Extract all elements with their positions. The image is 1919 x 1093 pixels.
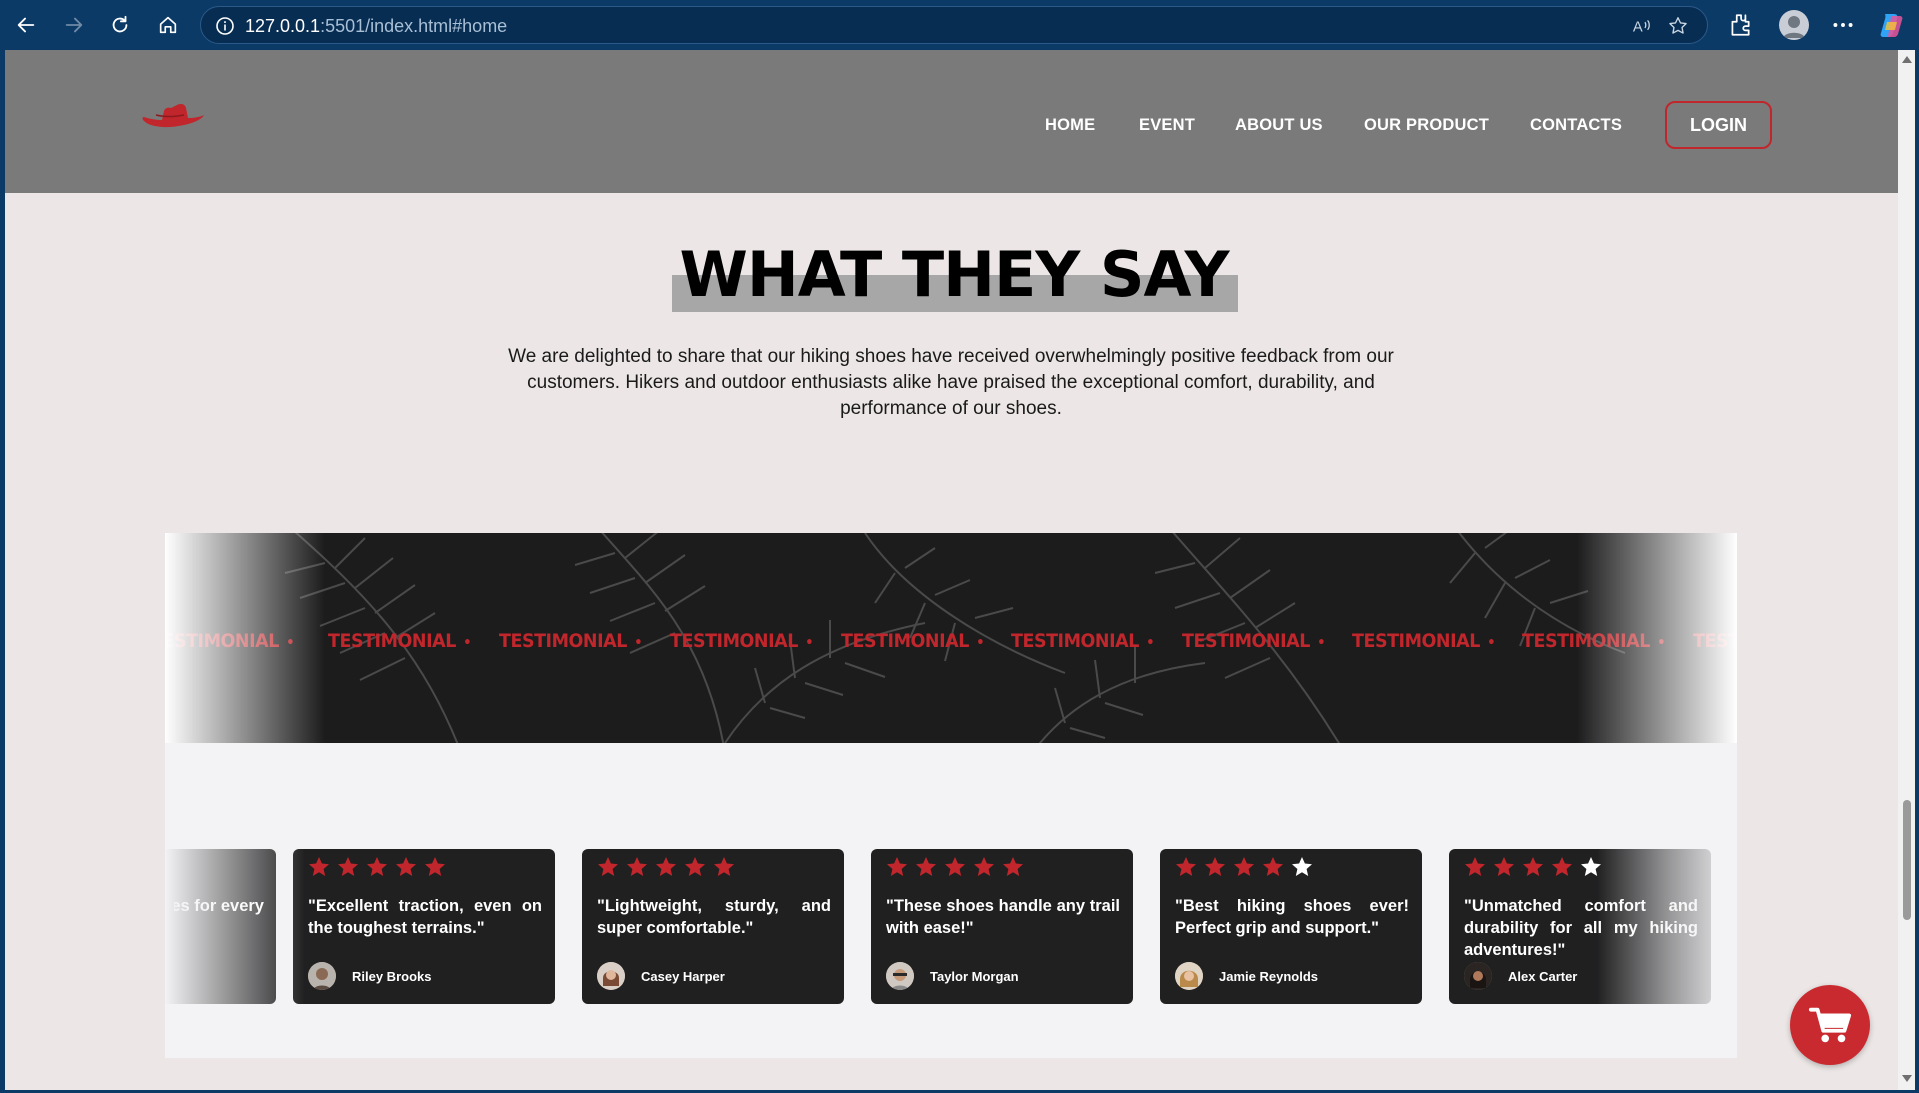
site-header: HOME EVENT ABOUT US OUR PRODUCT CONTACTS… bbox=[5, 50, 1898, 193]
reviewer-name: Jamie Reynolds bbox=[1219, 968, 1318, 984]
star-filled-icon bbox=[338, 857, 358, 876]
star-filled-icon bbox=[425, 857, 445, 876]
star-empty-icon bbox=[1292, 857, 1312, 876]
marquee-item: TESTIMONIAL• bbox=[328, 630, 472, 652]
star-filled-icon bbox=[309, 857, 329, 876]
band-fade-right bbox=[1577, 533, 1737, 743]
star-filled-icon bbox=[685, 857, 705, 876]
browser-toolbar: 127.0.0.1:5501/index.html#home A bbox=[0, 0, 1919, 50]
star-filled-icon bbox=[916, 857, 936, 876]
star-filled-icon bbox=[1494, 857, 1514, 876]
url-text[interactable]: 127.0.0.1:5501/index.html#home bbox=[245, 16, 507, 37]
review-quote: "Lightweight, sturdy, and super comforta… bbox=[597, 897, 831, 937]
star-filled-icon bbox=[1234, 857, 1254, 876]
more-options-icon[interactable] bbox=[1830, 12, 1856, 38]
review-card[interactable]: "Best hiking shoes ever! Perfect grip an… bbox=[1160, 849, 1422, 1004]
extensions-icon[interactable] bbox=[1727, 12, 1753, 38]
review-card[interactable]: "Lightweight, sturdy, and super comforta… bbox=[582, 849, 844, 1004]
star-rating bbox=[885, 855, 1025, 879]
star-filled-icon bbox=[1176, 857, 1196, 876]
star-rating bbox=[596, 855, 736, 879]
reviewer-name: Riley Brooks bbox=[352, 968, 432, 984]
star-filled-icon bbox=[656, 857, 676, 876]
testimonial-marquee-band: TESTIMONIAL • TESTIMONIAL • TESTIMONIAL • T… bbox=[165, 533, 1737, 743]
reviewer: Casey Harper bbox=[597, 962, 725, 990]
refresh-icon[interactable] bbox=[104, 9, 136, 41]
nav-event-link[interactable]: EVENT bbox=[1139, 116, 1195, 135]
login-button[interactable]: LOGIN bbox=[1665, 101, 1772, 149]
reviewer-avatar bbox=[1464, 962, 1492, 990]
favorite-star-icon[interactable] bbox=[1667, 15, 1689, 37]
reviewer: Jamie Reynolds bbox=[1175, 962, 1318, 990]
testimonials-intro: We are delighted to share that our hikin… bbox=[508, 346, 1394, 419]
star-filled-icon bbox=[714, 857, 734, 876]
testimonials-heading: WHAT THEY SAY bbox=[667, 238, 1241, 320]
marquee-item: TESTIMONIAL• bbox=[1352, 630, 1496, 652]
reviewer: Riley Brooks bbox=[308, 962, 431, 990]
reviewer-name: Taylor Morgan bbox=[930, 968, 1019, 984]
star-filled-icon bbox=[1263, 857, 1283, 876]
review-quote: "These shoes handle any trail with ease!… bbox=[886, 897, 1120, 937]
reviewer: Taylor Morgan bbox=[886, 962, 1019, 990]
nav-about-us-link[interactable]: ABOUT US bbox=[1235, 116, 1323, 135]
section-title: WHAT THEY SAY bbox=[679, 238, 1230, 311]
scroll-thumb[interactable] bbox=[1903, 800, 1911, 920]
review-carousel: es for every "Excellent traction, even o… bbox=[165, 743, 1737, 1058]
star-rating bbox=[1463, 855, 1603, 879]
forward-icon[interactable] bbox=[58, 9, 90, 41]
reviewer-avatar bbox=[886, 962, 914, 990]
marquee-item: TESTIMONIAL• bbox=[499, 630, 643, 652]
reviewer-name: Casey Harper bbox=[641, 968, 725, 984]
nav-contacts-link[interactable]: CONTACTS bbox=[1530, 116, 1622, 135]
reviewer-avatar bbox=[597, 962, 625, 990]
star-filled-icon bbox=[627, 857, 647, 876]
profile-avatar-icon[interactable] bbox=[1779, 10, 1809, 40]
marquee-item: TESTIMONIAL• bbox=[1182, 630, 1326, 652]
star-filled-icon bbox=[887, 857, 907, 876]
nav-our-product-link[interactable]: OUR PRODUCT bbox=[1364, 116, 1489, 135]
review-quote: "Best hiking shoes ever! Perfect grip an… bbox=[1175, 897, 1409, 937]
scroll-up-icon[interactable] bbox=[1902, 56, 1912, 63]
svg-text:A: A bbox=[1633, 20, 1643, 36]
marquee-item: TESTIMONIAL• bbox=[670, 630, 814, 652]
carousel-fade-left bbox=[165, 743, 305, 1058]
site-info-icon[interactable] bbox=[215, 16, 235, 36]
star-filled-icon bbox=[396, 857, 416, 876]
star-filled-icon bbox=[1552, 857, 1572, 876]
band-fade-left bbox=[165, 533, 325, 743]
star-filled-icon bbox=[945, 857, 965, 876]
shopping-cart-icon bbox=[1808, 1007, 1852, 1043]
page-viewport: HOME EVENT ABOUT US OUR PRODUCT CONTACTS… bbox=[5, 50, 1898, 1090]
carousel-fade-right bbox=[1597, 743, 1737, 1058]
address-bar[interactable]: 127.0.0.1:5501/index.html#home A bbox=[200, 6, 1708, 44]
star-filled-icon bbox=[974, 857, 994, 876]
nav-home-link[interactable]: HOME bbox=[1045, 116, 1095, 135]
star-rating bbox=[307, 855, 447, 879]
star-filled-icon bbox=[1003, 857, 1023, 876]
marquee-item: TESTIMONIAL• bbox=[1011, 630, 1155, 652]
read-aloud-icon[interactable]: A bbox=[1631, 15, 1653, 37]
home-icon[interactable] bbox=[152, 9, 184, 41]
copilot-icon[interactable] bbox=[1877, 10, 1907, 40]
scroll-down-icon[interactable] bbox=[1902, 1075, 1912, 1082]
star-filled-icon bbox=[1205, 857, 1225, 876]
reviewer: Alex Carter bbox=[1464, 962, 1577, 990]
reviewer-avatar bbox=[308, 962, 336, 990]
review-card[interactable]: "Excellent traction, even on the toughes… bbox=[293, 849, 555, 1004]
cowboy-hat-logo-icon[interactable] bbox=[140, 95, 206, 135]
reviewer-avatar bbox=[1175, 962, 1203, 990]
review-card[interactable]: "These shoes handle any trail with ease!… bbox=[871, 849, 1133, 1004]
back-icon[interactable] bbox=[10, 9, 42, 41]
reviewer-name: Alex Carter bbox=[1508, 968, 1578, 984]
star-filled-icon bbox=[1523, 857, 1543, 876]
cart-button[interactable] bbox=[1790, 985, 1870, 1065]
star-filled-icon bbox=[598, 857, 618, 876]
marquee-item: TESTIMONIAL• bbox=[841, 630, 985, 652]
page-scrollbar[interactable] bbox=[1898, 50, 1915, 1090]
star-filled-icon bbox=[1465, 857, 1485, 876]
star-rating bbox=[1174, 855, 1314, 879]
star-filled-icon bbox=[367, 857, 387, 876]
review-quote: "Excellent traction, even on the toughes… bbox=[308, 897, 542, 937]
